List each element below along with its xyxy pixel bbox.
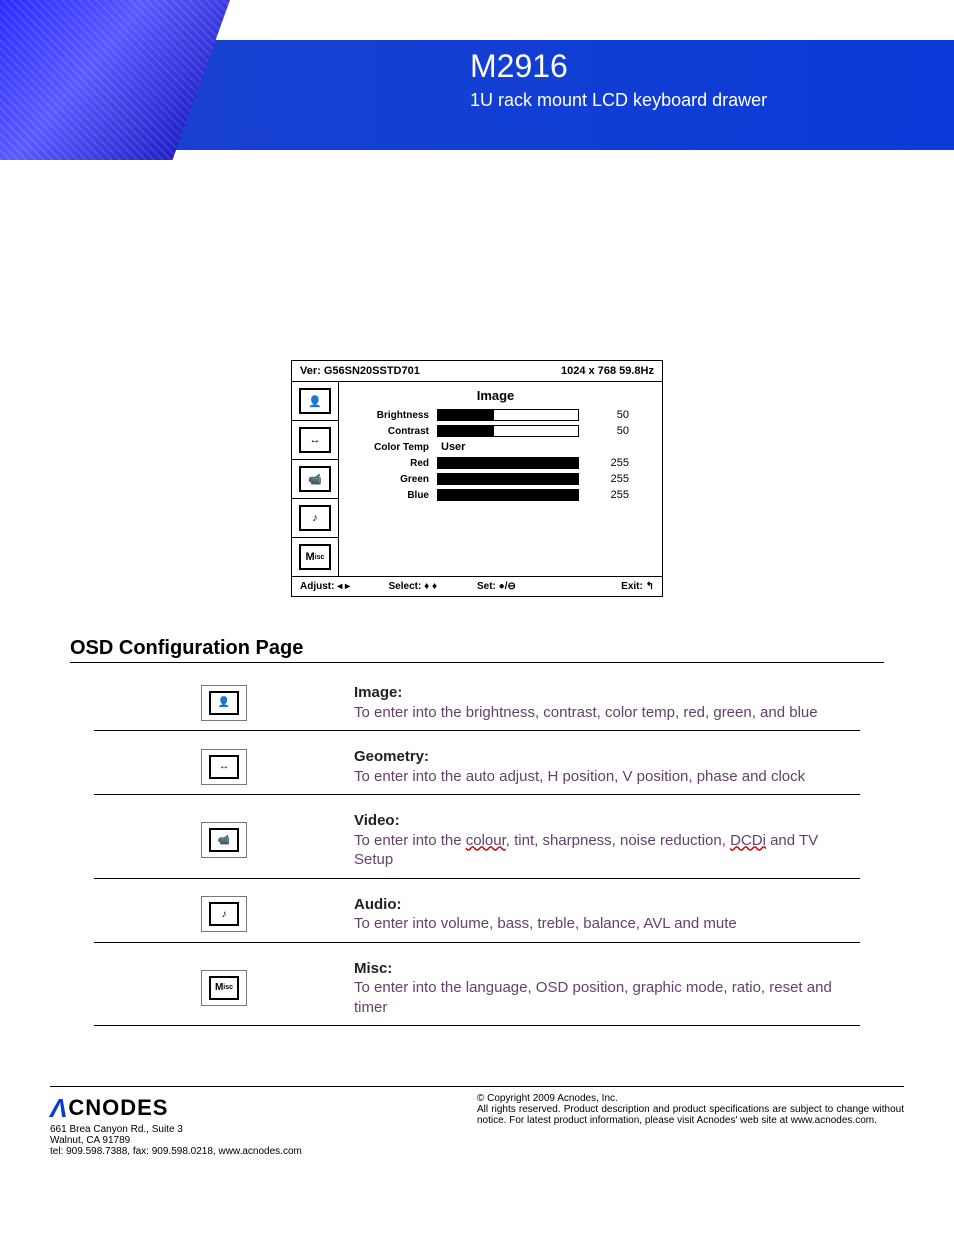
footer-legal: All rights reserved. Product description… bbox=[477, 1104, 904, 1126]
cfg-row-misc: Misc Misc: To enter into the language, OSD… bbox=[94, 953, 860, 1027]
footer-contact: tel: 909.598.7388, fax: 909.598.0218, ww… bbox=[50, 1146, 477, 1157]
footer-right: © Copyright 2009 Acnodes, Inc. All right… bbox=[477, 1093, 904, 1157]
osd-tab-video[interactable]: 📹 bbox=[292, 460, 338, 499]
camera-icon: 📹 bbox=[299, 466, 331, 492]
osd-hint-set: Set: ●/⊖ bbox=[477, 581, 566, 592]
colortemp-value[interactable]: User bbox=[437, 441, 465, 453]
cfg-row-video: 📹 Video: To enter into the colour, tint, s… bbox=[94, 805, 860, 879]
company-logo: ΛCNODES bbox=[50, 1093, 477, 1124]
contrast-value: 50 bbox=[579, 425, 629, 437]
cfg-row-image: 👤 Image: To enter into the brightness, con… bbox=[94, 677, 860, 731]
cfg-desc-audio: To enter into volume, bass, treble, bala… bbox=[354, 915, 737, 932]
osd-row-blue: Blue 255 bbox=[339, 489, 652, 501]
footer-left: ΛCNODES 661 Brea Canyon Rd., Suite 3 Wal… bbox=[50, 1093, 477, 1157]
image-icon: 👤 bbox=[209, 691, 239, 715]
osd-tab-geometry[interactable]: ↔ bbox=[292, 421, 338, 460]
cfg-label-image: Image: bbox=[354, 684, 402, 701]
brightness-slider[interactable] bbox=[437, 409, 579, 421]
osd-top-bar: Ver: G56SN20SSTD701 1024 x 768 59.8Hz bbox=[292, 361, 662, 382]
osd-tab-strip: 👤 ↔ 📹 ♪ Misc bbox=[292, 382, 339, 576]
cfg-row-geometry: ↔ Geometry: To enter into the auto adjust,… bbox=[94, 741, 860, 795]
green-value: 255 bbox=[579, 473, 629, 485]
misc-icon: Misc bbox=[209, 976, 239, 1000]
page-footer: ΛCNODES 661 Brea Canyon Rd., Suite 3 Wal… bbox=[50, 1086, 904, 1157]
product-subtitle: 1U rack mount LCD keyboard drawer bbox=[470, 90, 767, 111]
footer-address-1: 661 Brea Canyon Rd., Suite 3 bbox=[50, 1124, 477, 1135]
blue-slider[interactable] bbox=[437, 489, 579, 501]
green-slider[interactable] bbox=[437, 473, 579, 485]
footer-copyright: © Copyright 2009 Acnodes, Inc. bbox=[477, 1093, 904, 1104]
osd-heading: Image bbox=[339, 388, 652, 403]
osd-label-blue: Blue bbox=[339, 490, 437, 501]
cfg-desc-video: To enter into the colour, tint, sharpnes… bbox=[354, 832, 818, 869]
cfg-icon-misc: Misc bbox=[201, 970, 247, 1006]
cfg-label-video: Video: bbox=[354, 812, 400, 829]
osd-hint-adjust: Adjust: ◂ ▸ bbox=[300, 581, 389, 592]
cfg-label-misc: Misc: bbox=[354, 960, 392, 977]
cfg-desc-image: To enter into the brightness, contrast, … bbox=[354, 704, 818, 721]
header-banner: M2916 1U rack mount LCD keyboard drawer bbox=[0, 0, 954, 160]
osd-hint-select: Select: ♦ ♦ bbox=[389, 581, 478, 592]
section-title: OSD Configuration Page bbox=[70, 637, 884, 660]
osd-resolution: 1024 x 768 59.8Hz bbox=[561, 365, 654, 377]
contrast-slider[interactable] bbox=[437, 425, 579, 437]
osd-label-red: Red bbox=[339, 458, 437, 469]
cfg-label-audio: Audio: bbox=[354, 896, 401, 913]
osd-label-contrast: Contrast bbox=[339, 426, 437, 437]
osd-label-colortemp: Color Temp bbox=[339, 442, 437, 453]
osd-tab-audio[interactable]: ♪ bbox=[292, 499, 338, 538]
osd-footer: Adjust: ◂ ▸ Select: ♦ ♦ Set: ●/⊖ Exit: ↰ bbox=[292, 576, 662, 596]
cfg-icon-video: 📹 bbox=[201, 822, 247, 858]
video-icon: 📹 bbox=[209, 828, 239, 852]
osd-label-green: Green bbox=[339, 474, 437, 485]
cfg-label-geometry: Geometry: bbox=[354, 748, 429, 765]
config-section: OSD Configuration Page 👤 Image: To enter i… bbox=[70, 637, 884, 1026]
osd-tab-image[interactable]: 👤 bbox=[292, 382, 338, 421]
osd-version: Ver: G56SN20SSTD701 bbox=[300, 365, 420, 377]
footer-address-2: Walnut, CA 91789 bbox=[50, 1135, 477, 1146]
geometry-icon: ↔ bbox=[209, 755, 239, 779]
misc-icon: Misc bbox=[299, 544, 331, 570]
osd-row-contrast: Contrast 50 bbox=[339, 425, 652, 437]
person-icon: 👤 bbox=[299, 388, 331, 414]
osd-row-colortemp: Color Temp User bbox=[339, 441, 652, 453]
cfg-desc-geometry: To enter into the auto adjust, H positio… bbox=[354, 768, 805, 785]
osd-row-brightness: Brightness 50 bbox=[339, 409, 652, 421]
brightness-value: 50 bbox=[579, 409, 629, 421]
audio-icon: ♪ bbox=[209, 902, 239, 926]
cfg-icon-audio: ♪ bbox=[201, 896, 247, 932]
arrows-icon: ↔ bbox=[299, 427, 331, 453]
cfg-desc-misc: To enter into the language, OSD position… bbox=[354, 979, 832, 1016]
red-slider[interactable] bbox=[437, 457, 579, 469]
blue-value: 255 bbox=[579, 489, 629, 501]
osd-content: Image Brightness 50 Contrast 50 Color Te… bbox=[339, 382, 662, 576]
product-model: M2916 bbox=[470, 48, 568, 85]
osd-tab-misc[interactable]: Misc bbox=[292, 538, 338, 576]
osd-panel: Ver: G56SN20SSTD701 1024 x 768 59.8Hz 👤 … bbox=[291, 360, 663, 597]
music-note-icon: ♪ bbox=[299, 505, 331, 531]
osd-hint-exit: Exit: ↰ bbox=[566, 581, 655, 592]
cfg-icon-geometry: ↔ bbox=[201, 749, 247, 785]
osd-row-red: Red 255 bbox=[339, 457, 652, 469]
cfg-row-audio: ♪ Audio: To enter into volume, bass, trebl… bbox=[94, 889, 860, 943]
section-rule bbox=[70, 662, 884, 663]
osd-label-brightness: Brightness bbox=[339, 410, 437, 421]
red-value: 255 bbox=[579, 457, 629, 469]
osd-row-green: Green 255 bbox=[339, 473, 652, 485]
cfg-icon-image: 👤 bbox=[201, 685, 247, 721]
